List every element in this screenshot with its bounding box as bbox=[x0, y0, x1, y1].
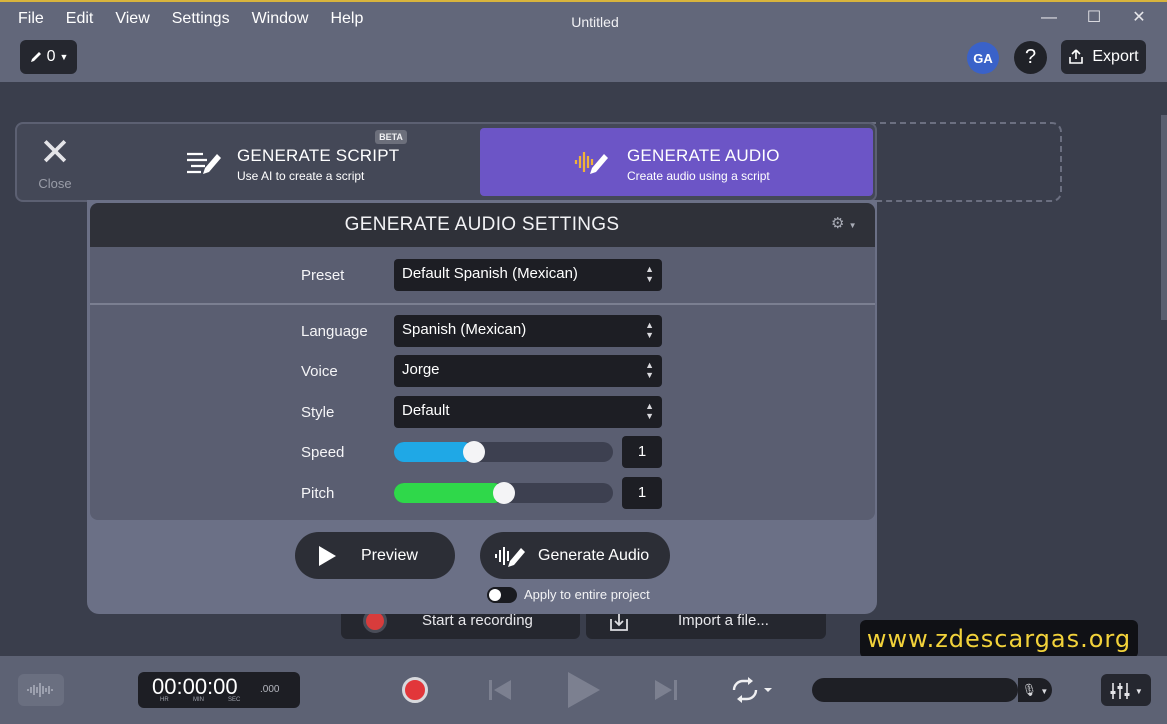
beta-badge: BETA bbox=[375, 130, 407, 144]
tab-script-subtitle: Use AI to create a script bbox=[237, 169, 365, 183]
pitch-label: Pitch bbox=[301, 485, 335, 502]
style-select[interactable]: Default ▲ ▼ bbox=[394, 396, 662, 428]
timecode-display: 00:00:00 .000 HR MIN SEC bbox=[138, 672, 300, 708]
help-button[interactable]: ? bbox=[1014, 41, 1047, 74]
voice-value: Jorge bbox=[402, 361, 440, 378]
generate-audio-button[interactable]: Generate Audio bbox=[480, 532, 670, 579]
select-arrows-icon: ▲ ▼ bbox=[645, 264, 654, 284]
user-avatar[interactable]: GA bbox=[967, 42, 999, 74]
transport-bar: 00:00:00 .000 HR MIN SEC 🎙 ▼ ▼ bbox=[0, 656, 1167, 724]
start-recording-label: Start a recording bbox=[422, 612, 533, 629]
pitch-value[interactable]: 1 bbox=[622, 477, 662, 509]
style-label: Style bbox=[301, 404, 335, 421]
speed-slider-fill bbox=[394, 442, 474, 462]
pen-count: 0 bbox=[46, 48, 56, 65]
preview-label: Preview bbox=[361, 546, 418, 564]
timecode-unit-hr: HR bbox=[160, 697, 169, 703]
gear-icon[interactable]: ⚙ ▼ bbox=[831, 214, 857, 232]
settings-divider bbox=[90, 303, 875, 305]
close-icon: ✕ bbox=[39, 132, 71, 174]
annotation-pen-button[interactable]: 0 ▼ bbox=[20, 40, 77, 74]
language-select[interactable]: Spanish (Mexican) ▲ ▼ bbox=[394, 315, 662, 347]
preset-select[interactable]: Default Spanish (Mexican) ▲ ▼ bbox=[394, 259, 662, 291]
play-icon bbox=[319, 545, 336, 566]
loop-icon bbox=[732, 677, 772, 703]
export-button[interactable]: Export bbox=[1061, 40, 1146, 74]
style-value: Default bbox=[402, 402, 450, 419]
mixer-button[interactable]: ▼ bbox=[1101, 674, 1151, 706]
speed-value[interactable]: 1 bbox=[622, 436, 662, 468]
voice-select[interactable]: Jorge ▲ ▼ bbox=[394, 355, 662, 387]
select-arrows-icon: ▲ ▼ bbox=[645, 320, 654, 340]
maximize-button[interactable]: ☐ bbox=[1082, 8, 1106, 28]
window-title: Untitled bbox=[571, 14, 619, 30]
audio-pen-icon bbox=[574, 152, 608, 174]
pitch-slider-handle[interactable] bbox=[493, 482, 515, 504]
export-icon bbox=[1069, 49, 1084, 64]
window-frame bbox=[0, 0, 1167, 2]
script-pen-icon bbox=[187, 152, 221, 174]
tab-audio-title: GENERATE AUDIO bbox=[627, 146, 780, 165]
microphone-select[interactable]: 🎙 ▼ bbox=[1018, 678, 1052, 702]
tab-generate-audio[interactable]: GENERATE AUDIO Create audio using a scri… bbox=[480, 128, 873, 196]
apply-entire-project-toggle[interactable] bbox=[487, 587, 517, 603]
waveform-icon[interactable] bbox=[18, 674, 64, 706]
timecode-unit-sec: SEC bbox=[228, 697, 241, 703]
pen-icon bbox=[30, 52, 41, 62]
generate-audio-settings: GENERATE AUDIO SETTINGS ⚙ ▼ Preset Defau… bbox=[87, 200, 877, 614]
apply-entire-project-label: Apply to entire project bbox=[524, 587, 650, 602]
preview-button[interactable]: Preview bbox=[295, 532, 455, 579]
export-label: Export bbox=[1092, 48, 1139, 65]
record-button[interactable] bbox=[402, 677, 428, 703]
generate-panel-header: ✕ Close GENERATE SCRIPT Use AI to create… bbox=[15, 122, 877, 202]
audio-pen-icon bbox=[495, 546, 525, 567]
import-file-label: Import a file... bbox=[678, 612, 769, 629]
select-arrows-icon: ▲ ▼ bbox=[645, 360, 654, 380]
close-label: Close bbox=[38, 176, 72, 191]
voice-label: Voice bbox=[301, 363, 338, 380]
language-label: Language bbox=[301, 323, 368, 340]
caret-down-icon: ▼ bbox=[59, 52, 69, 62]
mixer-icon bbox=[1110, 682, 1130, 699]
canvas-drop-area bbox=[860, 122, 1062, 202]
timecode-unit-min: MIN bbox=[193, 697, 204, 703]
loop-button[interactable] bbox=[728, 676, 774, 709]
tab-script-title: GENERATE SCRIPT bbox=[237, 146, 400, 165]
panel-close-button[interactable]: ✕ Close bbox=[37, 132, 73, 191]
import-icon bbox=[610, 614, 628, 631]
settings-title: GENERATE AUDIO SETTINGS bbox=[344, 214, 620, 235]
speed-slider-handle[interactable] bbox=[463, 441, 485, 463]
pitch-slider[interactable] bbox=[394, 482, 613, 504]
language-value: Spanish (Mexican) bbox=[402, 321, 527, 338]
preset-value: Default Spanish (Mexican) bbox=[402, 265, 578, 282]
microphone-icon: 🎙 bbox=[1021, 683, 1037, 697]
audio-level-meter bbox=[812, 678, 1018, 702]
select-arrows-icon: ▲ ▼ bbox=[645, 401, 654, 421]
pitch-slider-fill bbox=[394, 483, 504, 503]
tab-generate-script[interactable]: GENERATE SCRIPT Use AI to create a scrip… bbox=[185, 124, 475, 200]
play-icon[interactable] bbox=[564, 670, 602, 710]
side-panel-edge bbox=[1161, 115, 1167, 320]
window-close-button[interactable]: ✕ bbox=[1127, 8, 1151, 28]
skip-forward-icon[interactable] bbox=[652, 676, 680, 704]
tab-audio-subtitle: Create audio using a script bbox=[627, 169, 770, 183]
skip-back-icon[interactable] bbox=[486, 676, 514, 704]
timecode-ms: .000 bbox=[260, 684, 280, 695]
generate-audio-label: Generate Audio bbox=[538, 546, 650, 564]
minimize-button[interactable]: — bbox=[1037, 8, 1061, 28]
watermark: www.zdescargas.org bbox=[860, 620, 1138, 658]
speed-slider[interactable] bbox=[394, 441, 613, 463]
speed-label: Speed bbox=[301, 444, 345, 461]
preset-label: Preset bbox=[301, 267, 345, 284]
